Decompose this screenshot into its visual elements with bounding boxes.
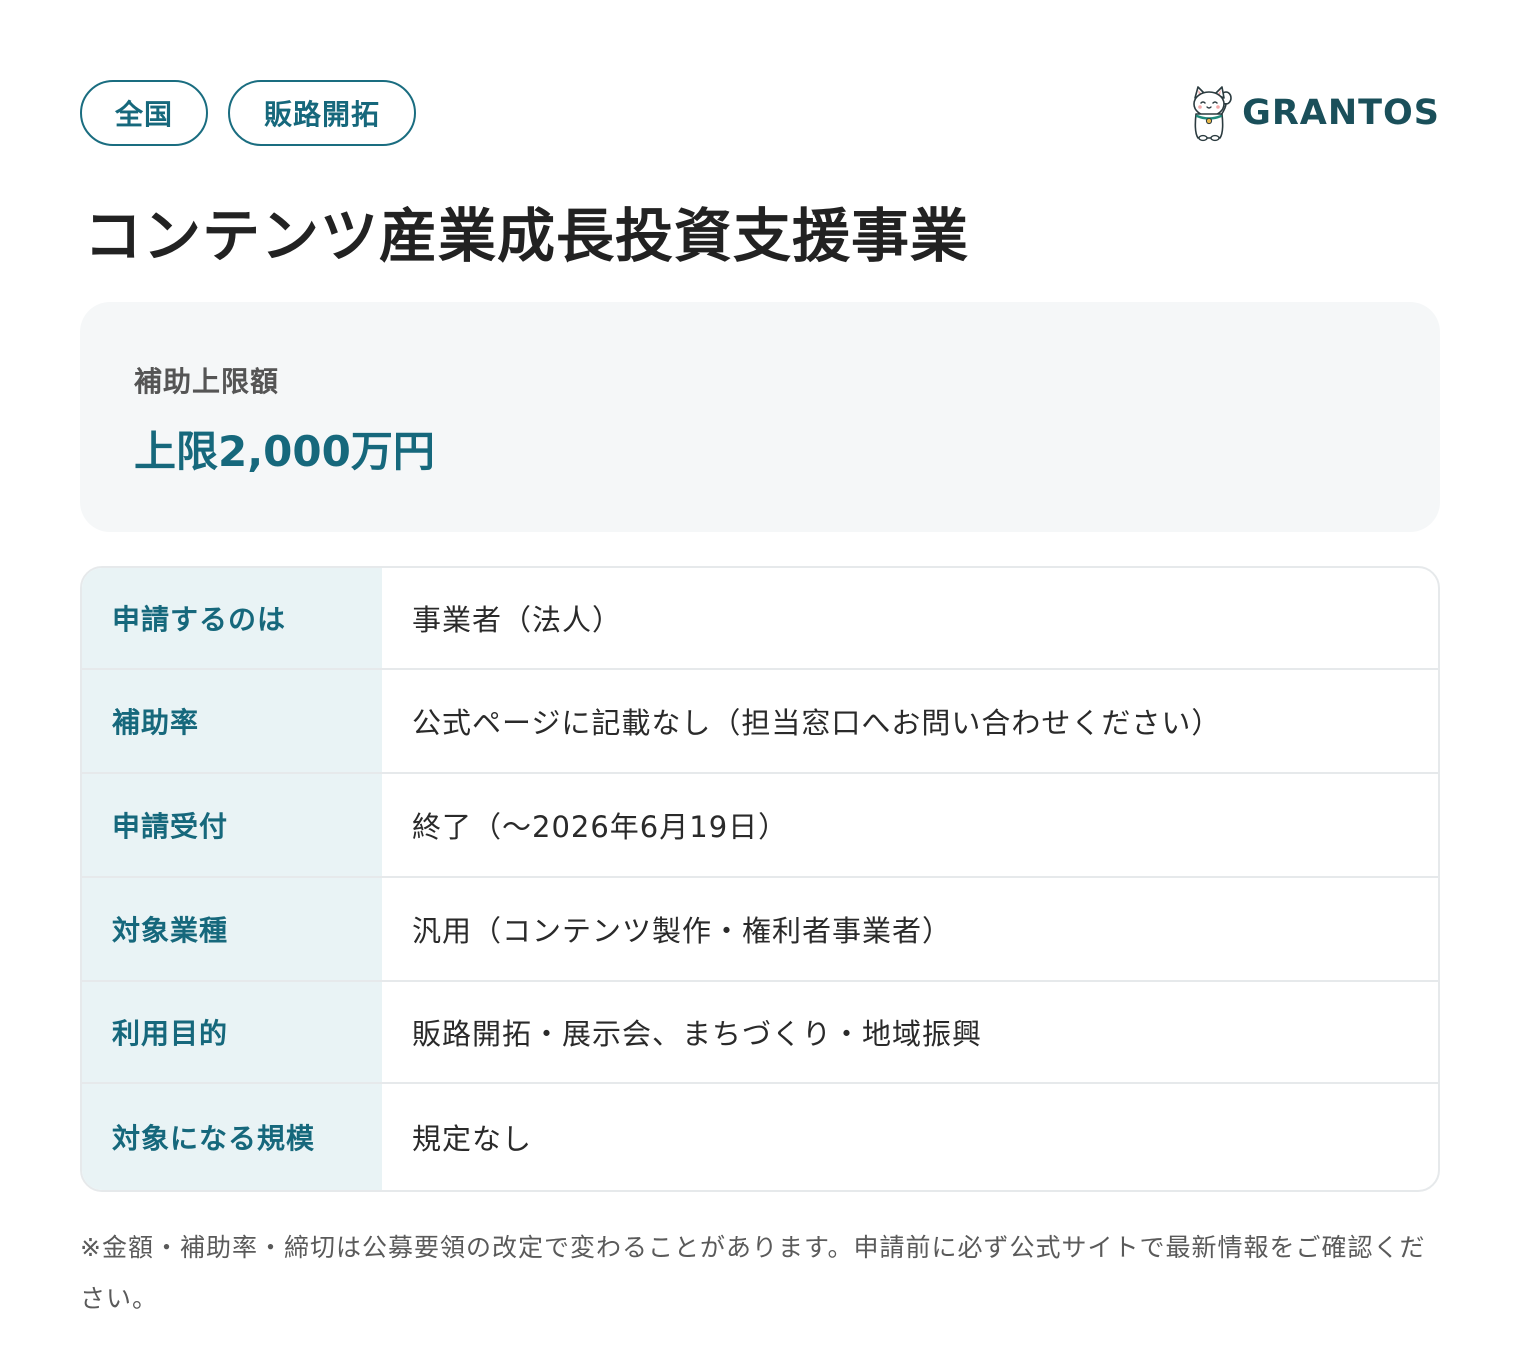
amount-label: 補助上限額 <box>134 365 280 398</box>
header: 全国 販路開拓 GRANTOS <box>80 80 1440 150</box>
table-row: 利用目的 販路開拓・展示会、まちづくり・地域振興 <box>82 982 1438 1084</box>
brand[interactable]: GRANTOS <box>1188 84 1440 142</box>
row-value: 終了（〜2026年6月19日） <box>412 810 789 844</box>
table-row: 申請受付 終了（〜2026年6月19日） <box>82 774 1438 878</box>
row-value: 事業者（法人） <box>412 603 623 637</box>
info-table: 申請するのは 事業者（法人） 補助率 公式ページに記載なし（担当窓口へお問い合わ… <box>80 566 1440 1192</box>
row-value: 公式ページに記載なし（担当窓口へお問い合わせください） <box>412 706 1222 740</box>
amount-value: 上限2,000万円 <box>134 427 435 476</box>
maneki-neko-cat-icon <box>1193 86 1232 142</box>
table-row: 対象業種 汎用（コンテンツ製作・権利者事業者） <box>82 878 1438 982</box>
row-label: 対象業種 <box>82 878 382 980</box>
tag-region[interactable]: 全国 <box>80 80 208 146</box>
table-row: 申請するのは 事業者（法人） <box>82 568 1438 670</box>
row-label: 利用目的 <box>82 982 382 1082</box>
page-title: コンテンツ産業成長投資支援事業 <box>84 202 970 270</box>
row-label: 申請するのは <box>82 568 382 668</box>
row-label: 補助率 <box>82 670 382 772</box>
row-value: 販路開拓・展示会、まちづくり・地域振興 <box>412 1017 983 1051</box>
tag-purpose[interactable]: 販路開拓 <box>228 80 416 146</box>
row-label: 申請受付 <box>82 774 382 876</box>
disclaimer-note: ※金額・補助率・締切は公募要領の改定で変わることがあります。申請前に必ず公式サイ… <box>80 1233 1426 1313</box>
row-value: 汎用（コンテンツ製作・権利者事業者） <box>412 914 953 948</box>
table-row: 対象になる規模 規定なし <box>82 1084 1438 1190</box>
table-row: 補助率 公式ページに記載なし（担当窓口へお問い合わせください） <box>82 670 1438 774</box>
subsidy-amount-card: 補助上限額 上限2,000万円 <box>80 302 1440 532</box>
tag-list: 全国 販路開拓 <box>80 80 416 146</box>
row-value: 規定なし <box>412 1122 533 1156</box>
row-label: 対象になる規模 <box>82 1084 382 1190</box>
brand-name: GRANTOS <box>1242 93 1440 133</box>
